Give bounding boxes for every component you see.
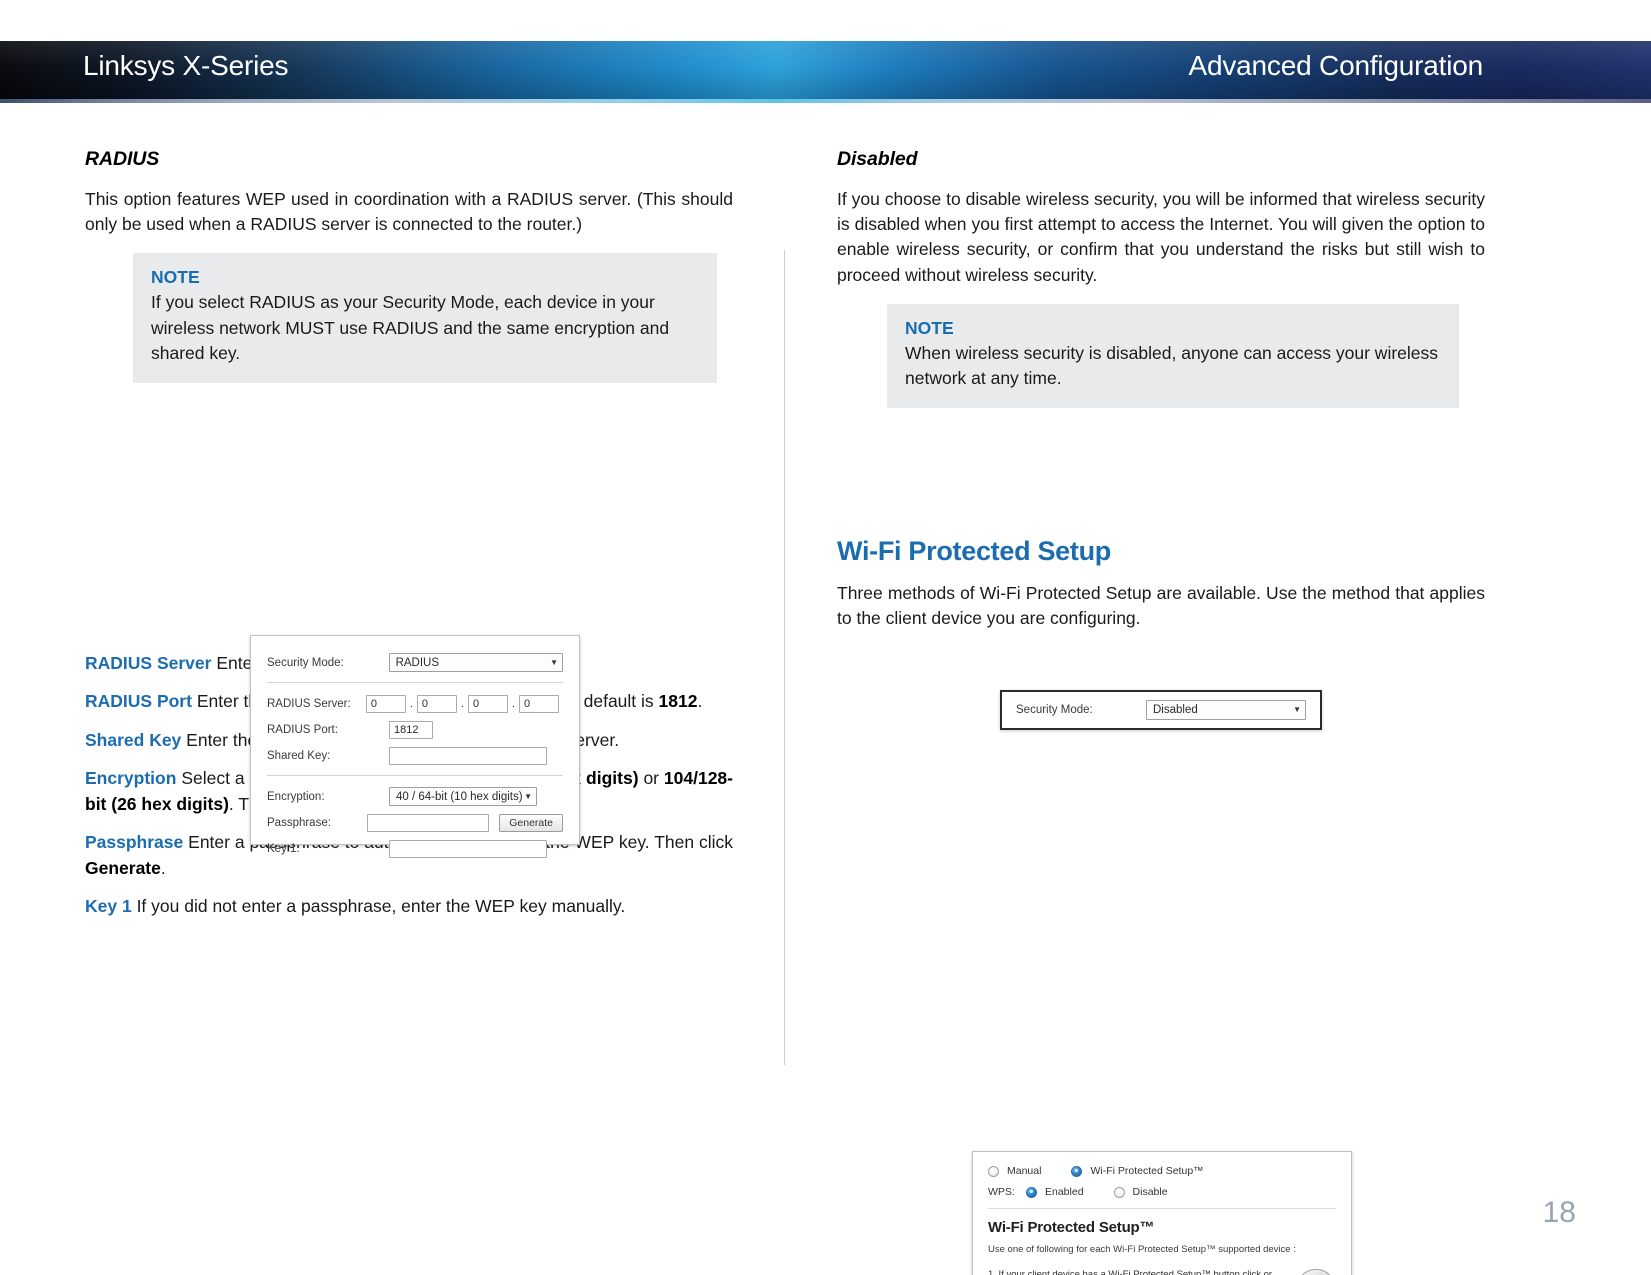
wps-enabled-label: Enabled	[1045, 1185, 1084, 1198]
divider-2	[267, 774, 563, 776]
key1-label: Key 1:	[267, 842, 300, 855]
divider-1	[267, 681, 563, 683]
term-encryption: Encryption	[85, 768, 177, 789]
encryption-select[interactable]: 40 / 64-bit (10 hex digits) ▼	[389, 787, 537, 806]
note-title: NOTE	[151, 267, 200, 288]
ip-octet-1[interactable]: 0	[365, 694, 406, 713]
default-radius-port: 1812	[658, 691, 698, 712]
radius-port-label: RADIUS Port:	[267, 723, 338, 736]
column-divider	[784, 250, 785, 1065]
generate-bold: Generate	[85, 857, 161, 878]
passphrase-period: .	[160, 857, 166, 878]
left-column: RADIUS This option features WEP used in …	[85, 148, 733, 933]
term-passphrase: Passphrase	[85, 832, 184, 853]
encryption-value: 40 / 64-bit (10 hex digits)	[396, 790, 523, 803]
chevron-down-icon: ▼	[524, 792, 532, 801]
wifi-protected-setup-heading: Wi-Fi Protected Setup	[837, 535, 1111, 566]
ip-dot-3: .	[511, 697, 515, 710]
key1-input[interactable]	[389, 839, 547, 858]
wps-field-label: WPS:	[988, 1185, 1015, 1198]
security-mode-row: Security Mode: RADIUS ▼	[267, 650, 563, 676]
radius-settings-screenshot: Security Mode: RADIUS ▼ RADIUS Server: 0…	[250, 634, 580, 858]
right-column: Disabled If you choose to disable wirele…	[837, 148, 1485, 1275]
desc-key1: If you did not enter a passphrase, enter…	[131, 896, 626, 917]
header-bottom-rule	[0, 99, 1651, 103]
shared-key-input[interactable]	[389, 746, 547, 765]
term-radius-server: RADIUS Server	[85, 652, 212, 673]
setup-method-radio-row: Manual Wi-Fi Protected Setup™	[988, 1165, 1336, 1179]
radius-port-period: .	[697, 691, 703, 712]
shared-key-row: Shared Key:	[267, 743, 563, 769]
radius-port-input[interactable]: 1812	[389, 720, 433, 739]
security-mode-select[interactable]: RADIUS ▼	[388, 653, 563, 672]
chevron-down-icon: ▼	[550, 658, 558, 667]
wps-toggle-row: WPS: Enabled Disable	[988, 1186, 1336, 1200]
wps-divider-1	[988, 1207, 1336, 1209]
security-mode-value: RADIUS	[395, 656, 440, 669]
wps-intro-paragraph: Three methods of Wi-Fi Protected Setup a…	[837, 582, 1485, 628]
key1-row: Key 1:	[267, 836, 563, 862]
ip-octet-3[interactable]: 0	[467, 694, 508, 713]
wps-step1-text: 1. If your client device has a Wi-Fi Pro…	[988, 1268, 1273, 1275]
ip-octet-group: 0 . 0 . 0 . 0	[365, 694, 563, 713]
ip-dot-2: .	[460, 697, 464, 710]
disabled-heading: Disabled	[837, 148, 918, 170]
wps-push-button-icon[interactable]: ↺	[1296, 1268, 1336, 1275]
security-mode-label: Security Mode:	[267, 656, 344, 669]
wps-enabled-radio-icon[interactable]	[1026, 1187, 1037, 1199]
encryption-mid: or	[638, 768, 664, 789]
encryption-row: Encryption: 40 / 64-bit (10 hex digits) …	[267, 784, 563, 810]
radius-port-row: RADIUS Port: 1812	[267, 717, 563, 743]
radius-heading: RADIUS	[85, 148, 160, 170]
wps-panel-intro: Use one of following for each Wi-Fi Prot…	[988, 1244, 1296, 1256]
page-number: 18	[1542, 1196, 1576, 1229]
term-radius-port: RADIUS Port	[85, 691, 192, 712]
definition-key1: Key 1 If you did not enter a passphrase,…	[85, 894, 733, 920]
manual-radio-label: Manual	[1007, 1164, 1042, 1177]
wps-step1-block: 1. If your client device has a Wi-Fi Pro…	[988, 1268, 1336, 1275]
radius-note-box: NOTE If you select RADIUS as your Securi…	[133, 253, 717, 383]
manual-radio-icon[interactable]	[988, 1166, 999, 1178]
wps-radio-label: Wi-Fi Protected Setup™	[1090, 1164, 1204, 1177]
term-shared-key: Shared Key	[85, 729, 182, 750]
note-body-text: When wireless security is disabled, anyo…	[905, 342, 1439, 389]
header-section-title: Advanced Configuration	[1188, 50, 1484, 81]
disabled-security-figure: Security Mode: Disabled ▼	[837, 408, 1485, 730]
wps-disable-radio-icon[interactable]	[1113, 1187, 1125, 1199]
radius-intro-paragraph: This option features WEP used in coordin…	[85, 189, 733, 235]
wps-panel-title: Wi-Fi Protected Setup™	[988, 1218, 1155, 1236]
generate-button[interactable]: Generate	[499, 813, 563, 832]
header-product-title: Linksys X-Series	[83, 50, 289, 81]
disabled-note-box: NOTE When wireless security is disabled,…	[887, 303, 1459, 408]
ip-octet-2[interactable]: 0	[416, 694, 457, 713]
document-page: Linksys X-Series Advanced Configuration …	[0, 0, 1651, 1275]
passphrase-input[interactable]	[366, 813, 490, 832]
shared-key-label: Shared Key:	[267, 749, 331, 762]
term-key1: Key 1	[85, 896, 132, 917]
wps-disable-label: Disable	[1132, 1185, 1168, 1198]
radius-settings-figure: Security Mode: RADIUS ▼ RADIUS Server: 0…	[85, 383, 733, 858]
wps-figure: Manual Wi-Fi Protected Setup™ WPS: Enabl…	[837, 641, 1485, 1275]
wps-radio-icon[interactable]	[1071, 1166, 1083, 1178]
radius-server-row: RADIUS Server: 0 . 0 . 0 . 0	[267, 691, 563, 717]
wps-screenshot: Manual Wi-Fi Protected Setup™ WPS: Enabl…	[972, 1150, 1352, 1275]
passphrase-row: Passphrase: Generate	[267, 810, 563, 836]
ip-dot-1: .	[409, 697, 413, 710]
disabled-intro-paragraph: If you choose to disable wireless securi…	[837, 189, 1485, 285]
encryption-label: Encryption:	[267, 790, 325, 803]
note-body-text: If you select RADIUS as your Security Mo…	[151, 292, 670, 364]
radius-server-label: RADIUS Server:	[267, 697, 351, 710]
note-title: NOTE	[905, 317, 954, 338]
passphrase-label: Passphrase:	[267, 816, 331, 829]
ip-octet-4[interactable]: 0	[519, 694, 559, 713]
